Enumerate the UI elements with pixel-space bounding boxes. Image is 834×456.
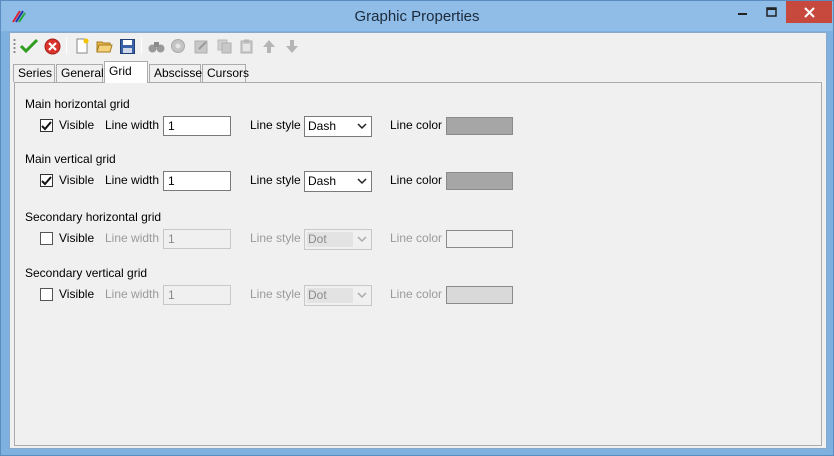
secondary-vertical-grid-line-style-value: Dot: [308, 288, 327, 302]
main-vertical-grid-visible-label: Visible: [59, 173, 95, 187]
new-icon: [76, 38, 89, 54]
grid-tab-panel: Main horizontal grid Visible Line width …: [14, 82, 822, 446]
chevron-down-icon: [357, 236, 367, 243]
secondary-horizontal-grid-line-width-input[interactable]: 1: [163, 229, 231, 249]
main-horizontal-grid-visible-checkbox[interactable]: [40, 119, 53, 132]
secondary-horizontal-grid-line-style-value: Dot: [308, 232, 327, 246]
paste-button[interactable]: [236, 36, 256, 56]
main-vertical-grid-visible-checkbox[interactable]: [40, 174, 53, 187]
maximize-icon: [765, 7, 777, 17]
main-horizontal-grid-line-color-swatch[interactable]: [446, 117, 513, 135]
secondary-vertical-grid-visible-label: Visible: [59, 287, 95, 301]
maximize-button[interactable]: [757, 1, 785, 23]
ok-button[interactable]: [19, 36, 39, 56]
secondary-horizontal-grid-line-style-select[interactable]: Dot: [304, 229, 372, 250]
main-vertical-grid-line-style-select[interactable]: Dash: [304, 171, 372, 192]
secondary-vertical-grid-title: Secondary vertical grid: [25, 266, 148, 280]
secondary-horizontal-grid-visible-checkbox[interactable]: [40, 232, 53, 245]
secondary-vertical-grid-line-color-label: Line color: [390, 287, 443, 301]
close-icon: [803, 6, 815, 18]
secondary-horizontal-grid-visible-label: Visible: [59, 231, 95, 245]
dialog-window: Graphic Properties Series General Grid A…: [0, 0, 834, 456]
main-vertical-grid-line-style-label: Line style: [250, 173, 301, 187]
main-vertical-grid-title: Main vertical grid: [25, 152, 116, 166]
save-button[interactable]: [117, 36, 137, 56]
toolbar-grip[interactable]: [13, 38, 16, 54]
copy-icon: [217, 39, 231, 53]
main-horizontal-grid-line-style-select[interactable]: Dash: [304, 116, 372, 137]
minimize-button[interactable]: [729, 1, 757, 23]
save-disk-icon: [119, 38, 135, 54]
secondary-vertical-grid-line-color-swatch[interactable]: [446, 286, 513, 304]
secondary-horizontal-grid-title: Secondary horizontal grid: [25, 210, 162, 224]
open-button[interactable]: [94, 36, 114, 56]
main-vertical-grid-line-color-label: Line color: [390, 173, 443, 187]
main-horizontal-grid-visible-label: Visible: [59, 118, 95, 132]
main-horizontal-grid-line-width-input[interactable]: 1: [163, 116, 231, 136]
main-vertical-grid-line-width-input[interactable]: 1: [163, 171, 231, 191]
main-horizontal-grid-line-style-label: Line style: [250, 118, 301, 132]
main-vertical-grid-line-color-swatch[interactable]: [446, 172, 513, 190]
filter-icon: [171, 39, 185, 53]
paste-icon: [240, 39, 252, 53]
window-title: Graphic Properties: [354, 8, 480, 25]
copy-button[interactable]: [214, 36, 234, 56]
tab-general[interactable]: General: [56, 64, 104, 82]
main-horizontal-grid-line-width-label: Line width: [105, 118, 160, 132]
secondary-horizontal-grid-line-width-label: Line width: [105, 231, 160, 245]
tab-grid[interactable]: Grid: [104, 61, 148, 83]
toolbar: [10, 33, 826, 58]
tab-series[interactable]: Series: [13, 64, 55, 82]
main-horizontal-grid-title: Main horizontal grid: [25, 97, 130, 111]
binoculars-icon: [148, 41, 164, 52]
main-vertical-grid-line-width-label: Line width: [105, 173, 160, 187]
ok-check-icon: [20, 38, 38, 54]
tab-cursors[interactable]: Cursors: [202, 64, 249, 82]
chevron-down-icon: [357, 292, 367, 299]
tab-abscisse[interactable]: Abscisse: [149, 64, 202, 82]
main-vertical-grid-line-style-value: Dash: [308, 174, 337, 188]
new-button[interactable]: [72, 36, 92, 56]
chevron-down-icon: [357, 178, 367, 185]
secondary-horizontal-grid-line-style-label: Line style: [250, 231, 301, 245]
export-button[interactable]: [191, 36, 211, 56]
secondary-horizontal-grid-line-color-label: Line color: [390, 231, 443, 245]
find-button[interactable]: [146, 36, 166, 56]
checkmark-icon: [41, 175, 52, 185]
move-up-button[interactable]: [259, 36, 279, 56]
filter-button[interactable]: [168, 36, 188, 56]
cancel-button[interactable]: [42, 36, 62, 56]
secondary-vertical-grid-visible-checkbox[interactable]: [40, 288, 53, 301]
secondary-vertical-grid-line-style-select[interactable]: Dot: [304, 285, 372, 306]
move-down-icon: [286, 39, 298, 53]
main-horizontal-grid-line-style-value: Dash: [308, 119, 337, 133]
minimize-icon: [738, 13, 747, 15]
chevron-down-icon: [357, 123, 367, 130]
cancel-icon: [44, 38, 60, 54]
secondary-vertical-grid-line-width-label: Line width: [105, 287, 160, 301]
main-horizontal-grid-line-color-label: Line color: [390, 118, 443, 132]
move-down-button[interactable]: [282, 36, 302, 56]
dialog-client-area: Series General Grid Abscisse Cursors Mai…: [9, 32, 827, 449]
export-icon: [194, 40, 207, 53]
secondary-vertical-grid-line-style-label: Line style: [250, 287, 301, 301]
move-up-icon: [263, 39, 275, 53]
secondary-vertical-grid-line-width-input[interactable]: 1: [163, 285, 231, 305]
tab-strip: Series General Grid Abscisse Cursors: [10, 61, 826, 83]
open-folder-icon: [95, 41, 113, 52]
secondary-horizontal-grid-line-color-swatch[interactable]: [446, 230, 513, 248]
checkmark-icon: [41, 120, 52, 130]
title-bar[interactable]: Graphic Properties: [1, 1, 833, 31]
close-button[interactable]: [786, 1, 832, 23]
